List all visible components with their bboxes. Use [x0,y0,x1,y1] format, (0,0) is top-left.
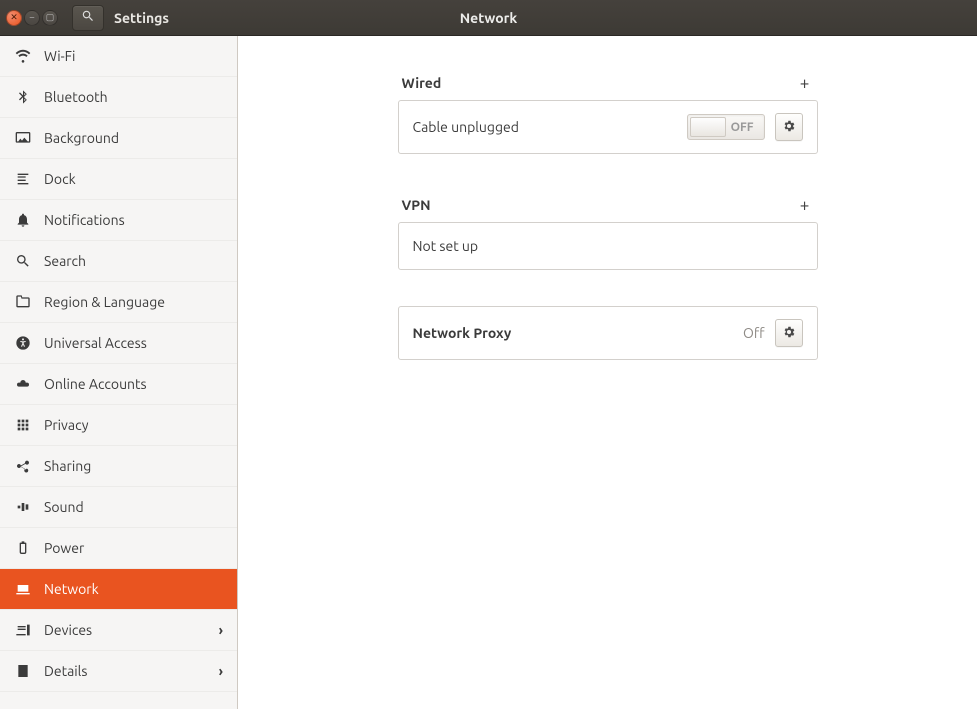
vpn-section: VPN + Not set up [398,190,818,270]
sidebar-item-details[interactable]: Details › [0,651,237,692]
background-icon [14,129,32,147]
sidebar-item-sound[interactable]: Sound [0,487,237,528]
toggle-state-label: OFF [731,121,754,134]
proxy-section: Network Proxy Off [398,306,818,360]
vpn-status: Not set up [413,238,479,254]
sidebar-item-dock[interactable]: Dock [0,159,237,200]
dock-icon [14,170,32,188]
wired-settings-button[interactable] [775,113,803,141]
wired-heading: Wired [402,75,442,91]
wired-section: Wired + Cable unplugged OFF [398,68,818,154]
window-maximize-button[interactable]: ▢ [42,10,58,26]
sidebar-item-label: Sharing [44,458,91,474]
wired-status: Cable unplugged [413,119,519,135]
sidebar-item-label: Network [44,581,99,597]
sidebar-item-sharing[interactable]: Sharing [0,446,237,487]
window-controls: ✕ – ▢ [0,10,64,26]
globe-icon [14,293,32,311]
sidebar-item-label: Search [44,253,86,269]
share-icon [14,457,32,475]
sidebar-item-label: Devices [44,622,92,638]
window-titlebar: ✕ – ▢ Settings Network [0,0,977,36]
sidebar-item-network[interactable]: Network [0,569,237,610]
plus-icon: + [800,74,810,93]
proxy-settings-button[interactable] [775,319,803,347]
sidebar-item-label: Online Accounts [44,376,147,392]
privacy-icon [14,416,32,434]
window-minimize-button[interactable]: – [24,10,40,26]
sidebar-item-label: Power [44,540,84,556]
sidebar-item-label: Universal Access [44,335,147,351]
sidebar-item-region-language[interactable]: Region & Language [0,282,237,323]
network-icon [14,580,32,598]
titlebar-search-button[interactable] [72,5,104,31]
sidebar-item-label: Details [44,663,87,679]
sidebar-item-label: Privacy [44,417,88,433]
sidebar-item-label: Dock [44,171,76,187]
plus-icon: + [800,196,810,215]
accessibility-icon [14,334,32,352]
toggle-knob [690,117,726,137]
wired-toggle[interactable]: OFF [687,114,765,140]
settings-sidebar: Wi-Fi Bluetooth Background Dock Notifica… [0,36,238,709]
sidebar-item-online-accounts[interactable]: Online Accounts [0,364,237,405]
sidebar-item-power[interactable]: Power [0,528,237,569]
power-icon [14,539,32,557]
titlebar-app-name: Settings [114,10,169,26]
vpn-add-button[interactable]: + [796,196,814,214]
sidebar-item-label: Wi-Fi [44,48,75,64]
proxy-state: Off [743,325,765,341]
search-icon [81,9,95,26]
chevron-right-icon: › [219,622,223,638]
proxy-heading: Network Proxy [413,325,512,341]
wired-row: Cable unplugged OFF [399,101,817,153]
sidebar-item-label: Region & Language [44,294,165,310]
sidebar-item-privacy[interactable]: Privacy [0,405,237,446]
proxy-row[interactable]: Network Proxy Off [399,307,817,359]
sidebar-item-background[interactable]: Background [0,118,237,159]
chevron-right-icon: › [219,663,223,679]
sidebar-item-label: Background [44,130,119,146]
content-area: Wired + Cable unplugged OFF [238,36,977,709]
vpn-row: Not set up [399,223,817,269]
gear-icon [782,119,796,136]
sidebar-item-notifications[interactable]: Notifications [0,200,237,241]
search-icon [14,252,32,270]
sidebar-item-label: Notifications [44,212,125,228]
info-icon [14,662,32,680]
cloud-account-icon [14,375,32,393]
sidebar-item-bluetooth[interactable]: Bluetooth [0,77,237,118]
wifi-icon [14,47,32,65]
sidebar-item-search[interactable]: Search [0,241,237,282]
devices-icon [14,621,32,639]
sound-icon [14,498,32,516]
window-close-button[interactable]: ✕ [6,10,22,26]
vpn-heading: VPN [402,197,431,213]
sidebar-item-wifi[interactable]: Wi-Fi [0,36,237,77]
sidebar-item-label: Sound [44,499,84,515]
gear-icon [782,325,796,342]
notifications-icon [14,211,32,229]
wired-add-button[interactable]: + [796,74,814,92]
sidebar-item-universal-access[interactable]: Universal Access [0,323,237,364]
titlebar-page-title: Network [460,10,518,26]
bluetooth-icon [14,88,32,106]
sidebar-item-devices[interactable]: Devices › [0,610,237,651]
sidebar-item-label: Bluetooth [44,89,108,105]
